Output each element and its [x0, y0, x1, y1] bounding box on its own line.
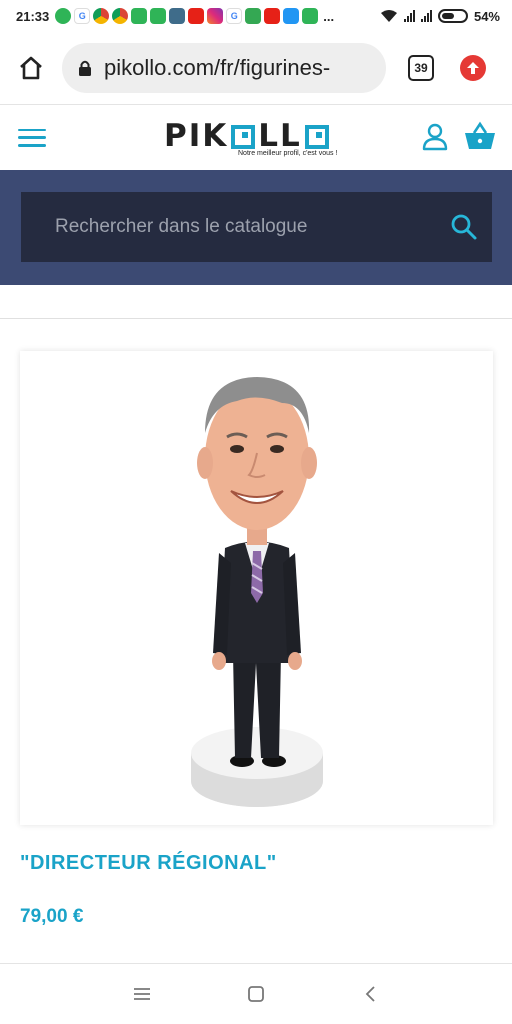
- recent-apps-button[interactable]: [127, 979, 157, 1009]
- back-icon: [365, 986, 375, 1002]
- logo-tagline: Notre meilleur profil, c'est vous !: [238, 150, 338, 157]
- tabs-button[interactable]: 39: [408, 55, 434, 81]
- product-title[interactable]: "DIRECTEUR RÉGIONAL": [20, 852, 277, 875]
- browser-toolbar: pikollo.com/fr/figurines- 39: [0, 32, 512, 104]
- messages-icon: [150, 8, 167, 24]
- logo-o-mark: [304, 124, 329, 149]
- user-icon[interactable]: [422, 123, 448, 151]
- notification-icons: G G ...: [55, 8, 334, 24]
- phone-icon: [302, 8, 319, 24]
- logo-text-left: PIK: [164, 118, 229, 154]
- more-notifications: ...: [323, 8, 335, 24]
- puzzle-icon: [245, 8, 262, 24]
- cart-icon[interactable]: [464, 121, 496, 151]
- address-bar[interactable]: pikollo.com/fr/figurines-: [62, 43, 386, 93]
- upload-icon: [283, 8, 300, 24]
- search-icon[interactable]: [450, 213, 478, 241]
- product-image[interactable]: [20, 351, 493, 825]
- search-placeholder: Rechercher dans le catalogue: [55, 216, 308, 237]
- battery-icon: [437, 9, 468, 23]
- phone-icon: [131, 8, 148, 24]
- signal-icon: [420, 10, 432, 22]
- site-header: PIK LL Notre meilleur profil, c'est vous…: [0, 105, 512, 170]
- logo-text-mid: LL: [258, 118, 302, 154]
- signal-icon: [403, 10, 415, 22]
- content-divider: [0, 318, 512, 319]
- menu-icon-bar: [18, 144, 46, 147]
- settings-icon: [169, 8, 186, 24]
- home-nav-button[interactable]: [241, 979, 271, 1009]
- url-text: pikollo.com/fr/figurines-: [104, 55, 331, 80]
- google-icon: G: [74, 8, 91, 24]
- back-button[interactable]: [355, 979, 385, 1009]
- site-logo[interactable]: PIK LL Notre meilleur profil, c'est vous…: [164, 121, 350, 161]
- chrome-icon: [93, 8, 110, 24]
- status-time: 21:33: [16, 8, 50, 24]
- menu-icon-bar: [18, 136, 46, 139]
- youtube-icon: [264, 8, 281, 24]
- logo-o-mark: [231, 124, 256, 149]
- chrome-icon: [112, 8, 129, 24]
- status-bar: 21:33 G G ... 54%: [0, 0, 512, 32]
- arrow-up-icon: [467, 62, 479, 74]
- menu-button[interactable]: [18, 126, 46, 150]
- battery-percent: 54%: [473, 8, 500, 24]
- google-icon: G: [226, 8, 243, 24]
- home-button[interactable]: [14, 51, 48, 85]
- wifi-icon: [380, 10, 397, 22]
- youtube-icon: [188, 8, 205, 24]
- instagram-icon: [207, 8, 224, 24]
- update-menu-button[interactable]: [460, 55, 486, 81]
- figurine-image: [190, 377, 323, 807]
- product-price: 79,00 €: [20, 906, 84, 927]
- home-icon: [248, 986, 264, 1002]
- system-nav-bar: [0, 964, 512, 1024]
- search-input[interactable]: Rechercher dans le catalogue: [21, 192, 492, 262]
- recent-apps-icon: [134, 988, 150, 1000]
- menu-icon-bar: [18, 128, 46, 131]
- whatsapp-icon: [55, 8, 72, 24]
- search-band: Rechercher dans le catalogue: [0, 170, 512, 285]
- status-right: 54%: [380, 9, 500, 24]
- logo-wordmark: PIK LL: [164, 121, 350, 152]
- home-icon: [20, 56, 42, 80]
- lock-icon: [79, 60, 91, 76]
